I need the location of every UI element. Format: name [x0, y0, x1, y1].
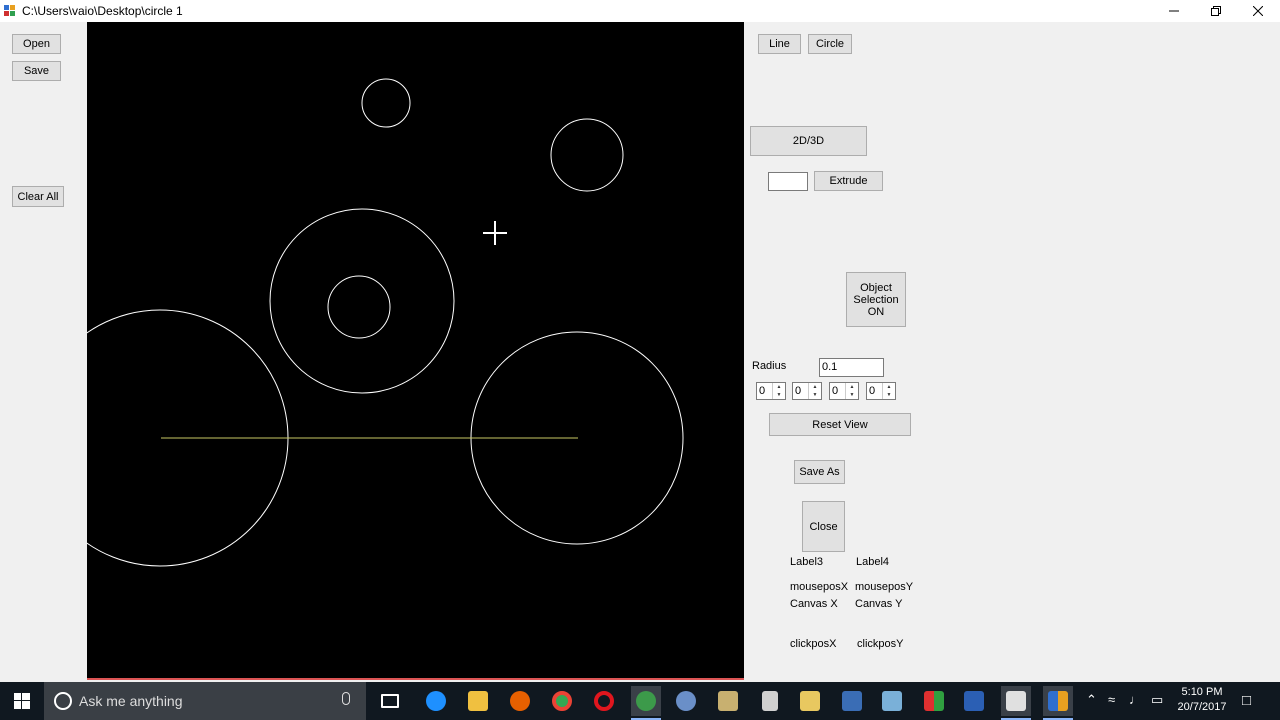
object-selection-label-line2: Selection: [853, 293, 899, 306]
close-icon: [1253, 6, 1263, 16]
canvas-y-label: Canvas Y: [855, 598, 903, 610]
notifications-icon[interactable]: □: [1242, 692, 1251, 709]
drawn-circle: [269, 208, 455, 394]
task-view-icon[interactable]: [375, 686, 405, 716]
mousepos-y-label: mouseposY: [855, 581, 914, 593]
stepper-arrows-icon[interactable]: ▲ ▼: [808, 383, 821, 399]
title-bar[interactable]: C:\Users\vaio\Desktop\circle 1: [0, 0, 1280, 22]
stepper-3-value: 0: [832, 385, 839, 397]
stepper-4-value: 0: [869, 385, 876, 397]
extrude-button[interactable]: Extrude: [814, 171, 883, 191]
radius-label: Radius: [752, 360, 787, 372]
stepper-1-value: 0: [759, 385, 766, 397]
crosshair-cursor-icon: [483, 221, 507, 245]
clock-date: 20/7/2017: [1177, 701, 1227, 713]
drawn-circle: [327, 275, 391, 339]
canvas-drawing: [87, 78, 684, 567]
cortana-icon: [54, 692, 72, 710]
battery-icon[interactable]: ▭: [1151, 692, 1163, 708]
canvas-x-label: Canvas X: [790, 598, 838, 610]
minimize-icon: [1169, 10, 1179, 12]
circle-tool-button[interactable]: Circle: [808, 34, 852, 54]
network-app-icon[interactable]: [671, 686, 701, 716]
line-tool-button[interactable]: Line: [758, 34, 801, 54]
search-box[interactable]: Ask me anything: [44, 682, 366, 720]
stepper-1[interactable]: 0 ▲ ▼: [756, 382, 786, 400]
reset-view-button[interactable]: Reset View: [769, 413, 911, 436]
restore-icon: [1211, 6, 1221, 16]
save-as-button[interactable]: Save As: [794, 460, 845, 484]
globe-app-icon[interactable]: [631, 686, 661, 720]
clear-all-button[interactable]: Clear All: [12, 186, 64, 207]
minimize-button[interactable]: [1153, 0, 1195, 22]
mousepos-x-label: mouseposX: [790, 581, 849, 593]
toggle-2d3d-button[interactable]: 2D/3D: [750, 126, 867, 156]
clickpos-x-label: clickposX: [790, 638, 837, 650]
volume-icon[interactable]: ♩: [1129, 692, 1142, 707]
visual-studio-icon[interactable]: [837, 686, 867, 716]
firefox-icon[interactable]: [505, 686, 535, 716]
stepper-2[interactable]: 0 ▲ ▼: [792, 382, 822, 400]
open-button[interactable]: Open: [12, 34, 61, 54]
app-window: C:\Users\vaio\Desktop\circle 1 Open Save…: [0, 0, 1280, 682]
app-icon: [4, 5, 16, 17]
drawing-canvas[interactable]: [87, 22, 744, 678]
label3: Label3: [790, 556, 824, 568]
chrome-icon[interactable]: [547, 686, 577, 716]
office-icon[interactable]: [919, 686, 949, 716]
stepper-arrows-icon[interactable]: ▲ ▼: [845, 383, 858, 399]
drawn-circle: [361, 78, 411, 128]
clickpos-y-label: clickposY: [857, 638, 904, 650]
opera-icon[interactable]: [589, 686, 619, 716]
show-hidden-icons-icon[interactable]: ⌃: [1086, 692, 1097, 708]
folder-app-icon[interactable]: [713, 686, 743, 716]
stepper-4[interactable]: 0 ▲ ▼: [866, 382, 896, 400]
word-icon[interactable]: [959, 686, 989, 716]
stepper-3[interactable]: 0 ▲ ▼: [829, 382, 859, 400]
object-selection-button[interactable]: Object Selection ON: [846, 272, 906, 327]
taskbar: Ask me anything ⌃ ≈ ♩ ▭ 5:10 PM 20/7/201…: [0, 682, 1280, 720]
running-app-icon[interactable]: [1043, 686, 1073, 720]
object-selection-label-line1: Object: [860, 281, 892, 294]
notepad-icon[interactable]: [877, 686, 907, 716]
start-button[interactable]: [0, 682, 44, 720]
canvas-border: [87, 678, 744, 680]
close-button[interactable]: Close: [802, 501, 845, 552]
stepper-2-value: 0: [795, 385, 802, 397]
file-explorer-icon[interactable]: [463, 686, 493, 716]
extrude-input[interactable]: [768, 172, 808, 191]
windows-logo-icon: [14, 693, 30, 709]
window-title: C:\Users\vaio\Desktop\circle 1: [22, 4, 183, 18]
paint-icon[interactable]: [795, 686, 825, 716]
clock-time: 5:10 PM: [1181, 686, 1223, 698]
edge-icon[interactable]: [421, 686, 451, 716]
stepper-arrows-icon[interactable]: ▲ ▼: [772, 383, 785, 399]
close-window-button[interactable]: [1237, 0, 1279, 22]
calculator-icon[interactable]: [755, 686, 785, 716]
restore-button[interactable]: [1195, 0, 1237, 22]
media-app-icon[interactable]: [1001, 686, 1031, 720]
object-selection-label-line3: ON: [867, 305, 885, 318]
drawn-circle: [550, 118, 624, 192]
save-button[interactable]: Save: [12, 61, 61, 81]
microphone-icon[interactable]: [342, 692, 350, 705]
search-placeholder: Ask me anything: [79, 693, 183, 709]
stepper-arrows-icon[interactable]: ▲ ▼: [882, 383, 895, 399]
clock[interactable]: 5:10 PM 20/7/2017: [1172, 685, 1232, 715]
radius-input[interactable]: 0.1: [819, 358, 884, 377]
label4: Label4: [856, 556, 890, 568]
network-icon[interactable]: ≈: [1108, 692, 1115, 707]
